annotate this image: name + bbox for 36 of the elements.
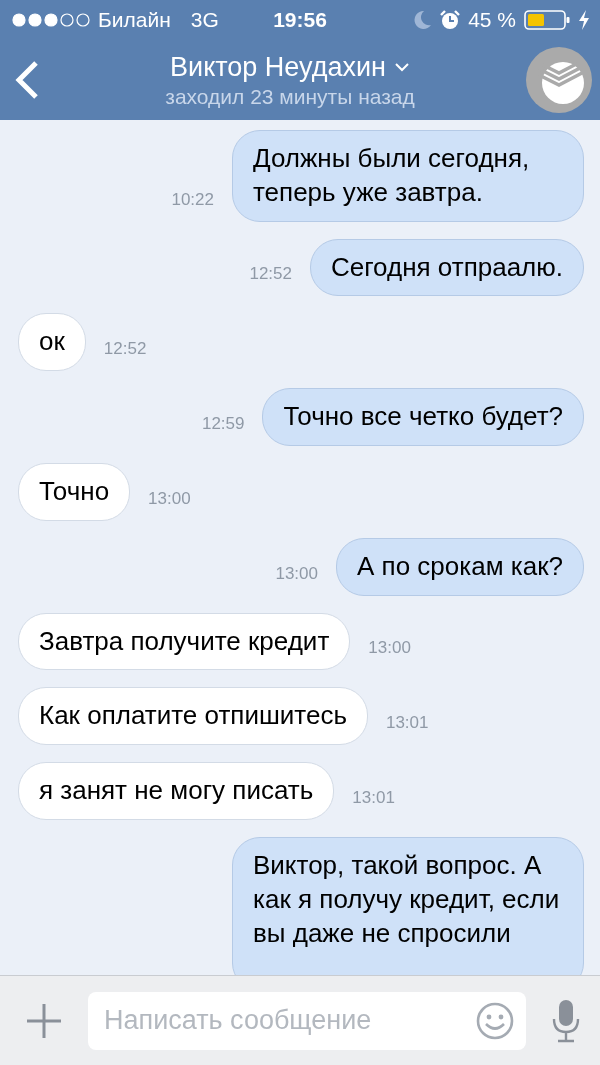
sent-message-bubble: Сегодня отпраалю. [309,238,584,297]
microphone-icon[interactable] [552,998,580,1043]
message-time: 10:22 [171,189,214,211]
signal-icon [12,13,90,27]
received-message-bubble: Точно [18,463,131,521]
sent-message-bubble: Виктор, такой вопрос. А как я получу кредит, если вы даже не спросили [232,836,584,975]
message-time: 12:52 [103,339,147,361]
alarm-clock-icon [440,10,461,30]
message-time: 13:01 [352,787,395,809]
battery-percent: 45 % [468,8,516,32]
charging-bolt-icon [578,10,590,30]
received-message-bubble: Завтра получите кредит [18,612,351,671]
received-message-bubble: Как оплатите отпишитесь [18,687,368,746]
battery-icon [524,10,570,30]
last-seen-status: заходил 23 минуты назад [165,84,415,109]
message-time: 13:01 [385,713,429,735]
avatar[interactable] [526,47,592,113]
message-time: 12:52 [249,264,292,286]
message-time: 13:00 [148,488,191,510]
moon-icon [414,10,433,30]
smiley-icon[interactable] [476,1001,514,1040]
sent-message-bubble: А по срокам как? [336,537,584,596]
message-field[interactable]: Написать сообщение [88,991,526,1050]
status-time: 19:56 [273,8,327,32]
sent-message-bubble: Должны были сегодня, теперь уже завтра. [232,130,584,222]
carrier-name: Билайн [98,8,171,32]
network-type: 3G [190,8,219,32]
sent-message-bubble: Точно все четко будет? [262,388,584,446]
plus-icon[interactable] [26,1002,62,1039]
received-message-bubble: ок [18,313,86,372]
contact-name[interactable]: Виктор Неудахин [170,51,386,83]
received-message-bubble: я занят не могу писать [18,762,335,820]
chevron-down-icon[interactable] [393,62,410,72]
message-time: 13:00 [275,563,318,585]
message-time: 13:00 [368,638,411,660]
message-time: 12:59 [201,414,245,435]
